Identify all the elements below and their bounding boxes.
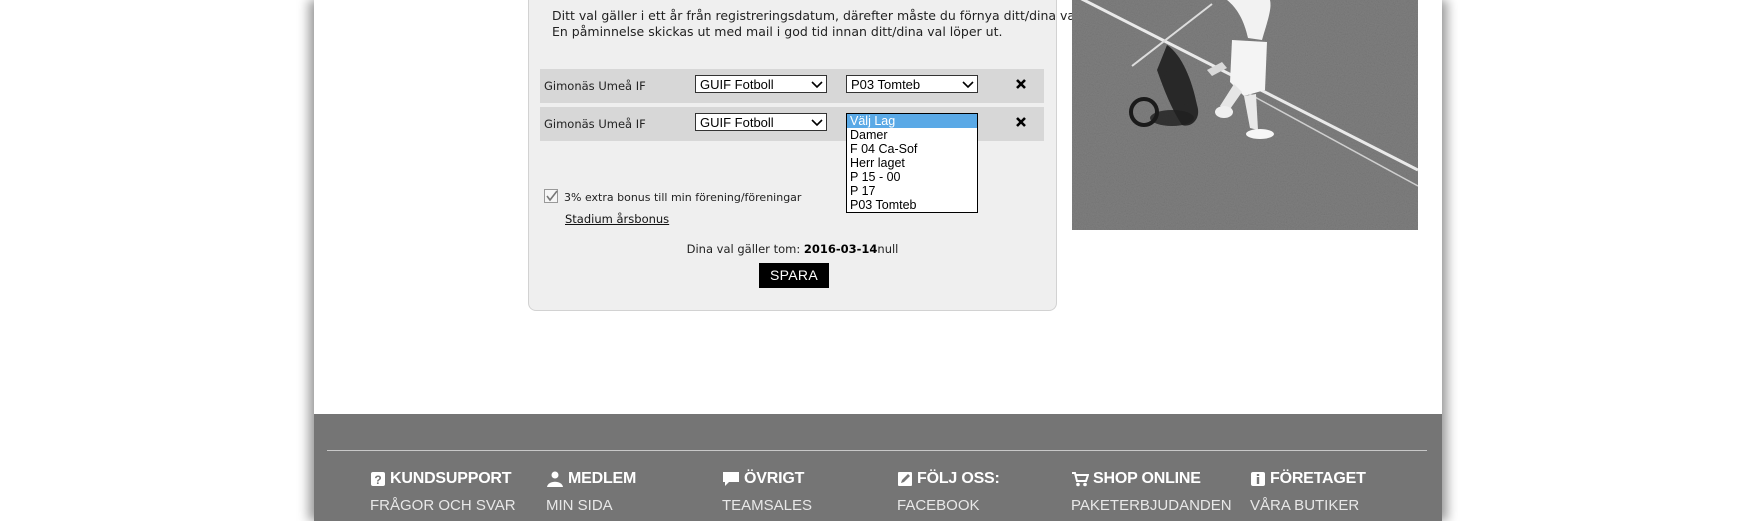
bonus-checkbox[interactable] (544, 189, 558, 203)
footer-column-folj-oss: FÖLJ OSS: FACEBOOK (897, 470, 1000, 514)
selection-row-1: Gimonäs Umeå IF GUIF Fotboll P03 Tomteb (540, 69, 1044, 103)
association-select[interactable]: GUIF Fotboll (695, 75, 827, 93)
validity-prefix: Dina val gäller tom: (686, 242, 804, 256)
question-icon: ? (371, 472, 385, 487)
bonus-option: 3% extra bonus till min förening/förenin… (544, 189, 801, 204)
chevron-down-icon (962, 81, 974, 89)
site-footer: ? KUNDSUPPORT FRÅGOR OCH SVAR MEDLEM MIN… (314, 414, 1442, 521)
footer-heading-label: KUNDSUPPORT (390, 470, 512, 487)
team-select[interactable]: P03 Tomteb (846, 75, 978, 93)
footer-heading-label: FÖRETAGET (1270, 470, 1366, 487)
save-button[interactable]: SPARA (759, 263, 829, 288)
info-line-1: Ditt val gäller i ett år från registreri… (552, 8, 1083, 23)
tennis-player-photo (1072, 0, 1418, 230)
validity-text: Dina val gäller tom: 2016-03-14null (529, 242, 1056, 256)
footer-column-kundsupport: ? KUNDSUPPORT FRÅGOR OCH SVAR (370, 470, 516, 514)
club-name: Gimonäs Umeå IF (544, 117, 646, 131)
chevron-down-icon (811, 81, 823, 89)
bonus-checkbox-label: 3% extra bonus till min förening/förenin… (564, 191, 802, 204)
footer-heading: FÖRETAGET (1250, 470, 1366, 488)
chevron-down-icon (811, 119, 823, 127)
checkmark-icon (546, 190, 558, 202)
footer-link-paketerbjudanden[interactable]: PAKETERBJUDANDEN (1071, 497, 1232, 514)
dropdown-option[interactable]: P03 Tomteb (847, 198, 977, 212)
dropdown-option[interactable]: Välj Lag (847, 114, 977, 128)
footer-heading: FÖLJ OSS: (897, 470, 1000, 488)
footer-heading: SHOP ONLINE (1071, 470, 1232, 488)
footer-link-fragor-och-svar[interactable]: FRÅGOR OCH SVAR (370, 497, 516, 514)
club-name: Gimonäs Umeå IF (544, 79, 646, 93)
association-select-value: GUIF Fotboll (700, 77, 774, 92)
dropdown-option[interactable]: Damer (847, 128, 977, 142)
footer-heading-label: FÖLJ OSS: (917, 470, 1000, 487)
footer-column-medlem: MEDLEM MIN SIDA (546, 470, 636, 514)
club-selection-panel: Ditt val gäller i ett år från registreri… (528, 0, 1083, 311)
person-icon (547, 471, 563, 487)
footer-column-foretaget: FÖRETAGET VÅRA BUTIKER (1250, 470, 1366, 514)
info-line-2: En påminnelse skickas ut med mail i god … (552, 24, 1003, 39)
footer-column-shop-online: SHOP ONLINE PAKETERBJUDANDEN (1071, 470, 1232, 514)
footer-heading: ÖVRIGT (722, 470, 812, 488)
cart-icon (1072, 472, 1089, 487)
team-dropdown-list[interactable]: Välj Lag Damer F 04 Ca-Sof Herr laget P … (846, 113, 978, 213)
footer-link-vara-butiker[interactable]: VÅRA BUTIKER (1250, 497, 1366, 514)
svg-text:?: ? (374, 473, 381, 487)
close-icon[interactable] (1014, 115, 1028, 129)
edit-icon (898, 472, 912, 486)
dropdown-option[interactable]: Herr laget (847, 156, 977, 170)
speech-bubble-icon (723, 472, 739, 486)
dropdown-option[interactable]: F 04 Ca-Sof (847, 142, 977, 156)
page-container: Ditt val gäller i ett år från registreri… (314, 0, 1442, 521)
team-select-value: P03 Tomteb (851, 77, 921, 92)
footer-link-teamsales[interactable]: TEAMSALES (722, 497, 812, 514)
footer-link-facebook[interactable]: FACEBOOK (897, 497, 1000, 514)
association-select[interactable]: GUIF Fotboll (695, 113, 827, 131)
info-icon (1251, 472, 1265, 486)
dropdown-option[interactable]: P 15 - 00 (847, 170, 977, 184)
info-text: Ditt val gäller i ett år från registreri… (552, 8, 1083, 40)
close-icon[interactable] (1014, 77, 1028, 91)
dropdown-option[interactable]: P 17 (847, 184, 977, 198)
footer-heading: MEDLEM (546, 470, 636, 488)
footer-link-min-sida[interactable]: MIN SIDA (546, 497, 636, 514)
association-select-value: GUIF Fotboll (700, 115, 774, 130)
footer-heading: ? KUNDSUPPORT (370, 470, 516, 488)
footer-heading-label: MEDLEM (568, 470, 637, 487)
footer-column-ovrigt: ÖVRIGT TEAMSALES (722, 470, 812, 514)
footer-heading-label: SHOP ONLINE (1093, 470, 1201, 487)
stadium-arsbonus-link[interactable]: Stadium årsbonus (565, 212, 669, 226)
footer-heading-label: ÖVRIGT (744, 470, 805, 487)
validity-suffix: null (877, 242, 899, 256)
validity-date: 2016-03-14 (803, 242, 878, 256)
footer-divider (327, 450, 1427, 451)
